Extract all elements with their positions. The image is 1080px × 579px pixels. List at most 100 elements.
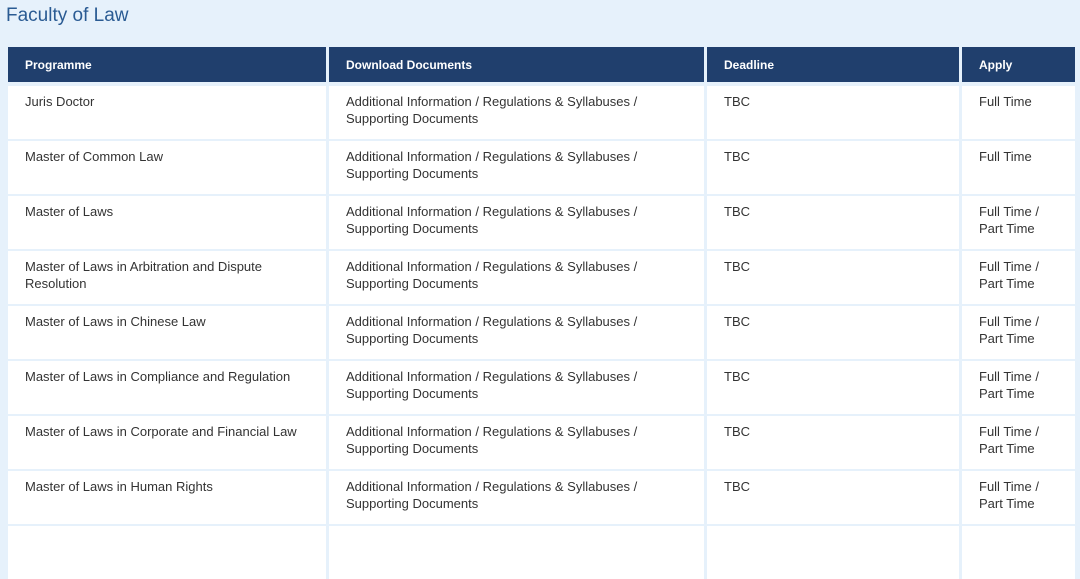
deadline-cell: TBC [707,361,959,414]
apply-link[interactable]: Full Time [979,479,1032,494]
document-link[interactable]: Regulations & Syllabuses [483,94,630,109]
document-link[interactable]: Additional Information [346,94,472,109]
link-separator: / [1031,204,1039,219]
link-separator: / [1031,259,1039,274]
deadline-cell: TBC [707,306,959,359]
document-link[interactable]: Additional Information [346,149,472,164]
document-link[interactable]: Regulations & Syllabuses [483,314,630,329]
deadline-value: TBC [724,424,750,439]
link-separator: / [471,479,483,494]
document-link[interactable]: Supporting Documents [346,441,478,456]
link-separator: / [471,149,483,164]
apply-cell: Full Time / Part Time [962,306,1075,359]
document-link[interactable]: Additional Information [346,369,472,384]
header-apply: Apply [962,47,1075,82]
document-link[interactable]: Regulations & Syllabuses [483,204,630,219]
programme-name: Master of Laws in Arbitration and Disput… [25,259,263,291]
deadline-value: TBC [724,94,750,109]
link-separator: / [471,314,483,329]
deadline-value: TBC [724,369,750,384]
programme-cell: Master of Common Law [8,141,326,194]
document-link[interactable]: Supporting Documents [346,166,478,181]
programme-table: Programme Download Documents Deadline Ap… [8,47,1075,579]
programme-cell: Master of Laws in Corporate and Financia… [8,416,326,469]
apply-cell: Full Time [962,86,1075,139]
document-link[interactable]: Supporting Documents [346,496,478,511]
document-link[interactable]: Supporting Documents [346,276,478,291]
apply-link[interactable]: Part Time [979,331,1035,346]
document-link[interactable]: Additional Information [346,259,472,274]
document-link[interactable]: Additional Information [346,424,472,439]
apply-cell: Full Time [962,141,1075,194]
apply-link[interactable]: Full Time [979,94,1032,109]
document-link[interactable]: Supporting Documents [346,386,478,401]
link-separator: / [630,424,638,439]
document-link[interactable]: Regulations & Syllabuses [483,424,630,439]
header-download-documents: Download Documents [329,47,704,82]
link-separator: / [630,479,638,494]
header-programme: Programme [8,47,326,82]
programme-name: Master of Laws in Corporate and Financia… [25,424,297,439]
document-link[interactable]: Regulations & Syllabuses [483,259,630,274]
link-separator: / [471,259,483,274]
header-deadline: Deadline [707,47,959,82]
documents-cell: Additional Information / Regulations & S… [329,141,704,194]
apply-link[interactable]: Full Time [979,314,1032,329]
link-separator: / [630,149,638,164]
programme-cell: Master of Laws in Compliance and Regulat… [8,361,326,414]
programme-name: Master of Laws in Compliance and Regulat… [25,369,291,384]
apply-link[interactable]: Part Time [979,386,1035,401]
deadline-value: TBC [724,149,750,164]
apply-cell: Full Time / Part Time [962,416,1075,469]
programme-name: Master of Laws in Human Rights [25,479,213,494]
document-link[interactable]: Regulations & Syllabuses [483,479,630,494]
document-link[interactable]: Regulations & Syllabuses [483,369,630,384]
deadline-value: TBC [724,314,750,329]
programme-cell [8,526,326,579]
apply-link[interactable]: Full Time [979,424,1032,439]
deadline-cell: TBC [707,471,959,524]
link-separator: / [1031,479,1039,494]
document-link[interactable]: Additional Information [346,204,472,219]
apply-link[interactable]: Full Time [979,369,1032,384]
link-separator: / [630,369,638,384]
programme-name: Master of Common Law [25,149,163,164]
apply-link[interactable]: Part Time [979,496,1035,511]
deadline-cell [707,526,959,579]
link-separator: / [630,314,638,329]
apply-cell: Full Time / Part Time [962,251,1075,304]
apply-cell: Full Time / Part Time [962,471,1075,524]
link-separator: / [471,204,483,219]
document-link[interactable]: Additional Information [346,314,472,329]
deadline-cell: TBC [707,251,959,304]
link-separator: / [471,94,483,109]
programme-cell: Master of Laws in Chinese Law [8,306,326,359]
apply-cell [962,526,1075,579]
documents-cell: Additional Information / Regulations & S… [329,306,704,359]
documents-cell: Additional Information / Regulations & S… [329,251,704,304]
deadline-value: TBC [724,259,750,274]
deadline-cell: TBC [707,416,959,469]
documents-cell: Additional Information / Regulations & S… [329,416,704,469]
deadline-value: TBC [724,479,750,494]
document-link[interactable]: Supporting Documents [346,331,478,346]
link-separator: / [471,424,483,439]
apply-link[interactable]: Part Time [979,276,1035,291]
apply-link[interactable]: Part Time [979,221,1035,236]
apply-link[interactable]: Full Time [979,204,1032,219]
documents-cell [329,526,704,579]
apply-link[interactable]: Full Time [979,149,1032,164]
document-link[interactable]: Supporting Documents [346,221,478,236]
document-link[interactable]: Supporting Documents [346,111,478,126]
deadline-cell: TBC [707,141,959,194]
apply-link[interactable]: Full Time [979,259,1032,274]
apply-cell: Full Time / Part Time [962,361,1075,414]
apply-link[interactable]: Part Time [979,441,1035,456]
page-title: Faculty of Law [6,5,129,26]
document-link[interactable]: Regulations & Syllabuses [483,149,630,164]
programme-name: Master of Laws in Chinese Law [25,314,206,329]
document-link[interactable]: Additional Information [346,479,472,494]
programme-cell: Juris Doctor [8,86,326,139]
link-separator: / [630,204,638,219]
programme-cell: Master of Laws [8,196,326,249]
